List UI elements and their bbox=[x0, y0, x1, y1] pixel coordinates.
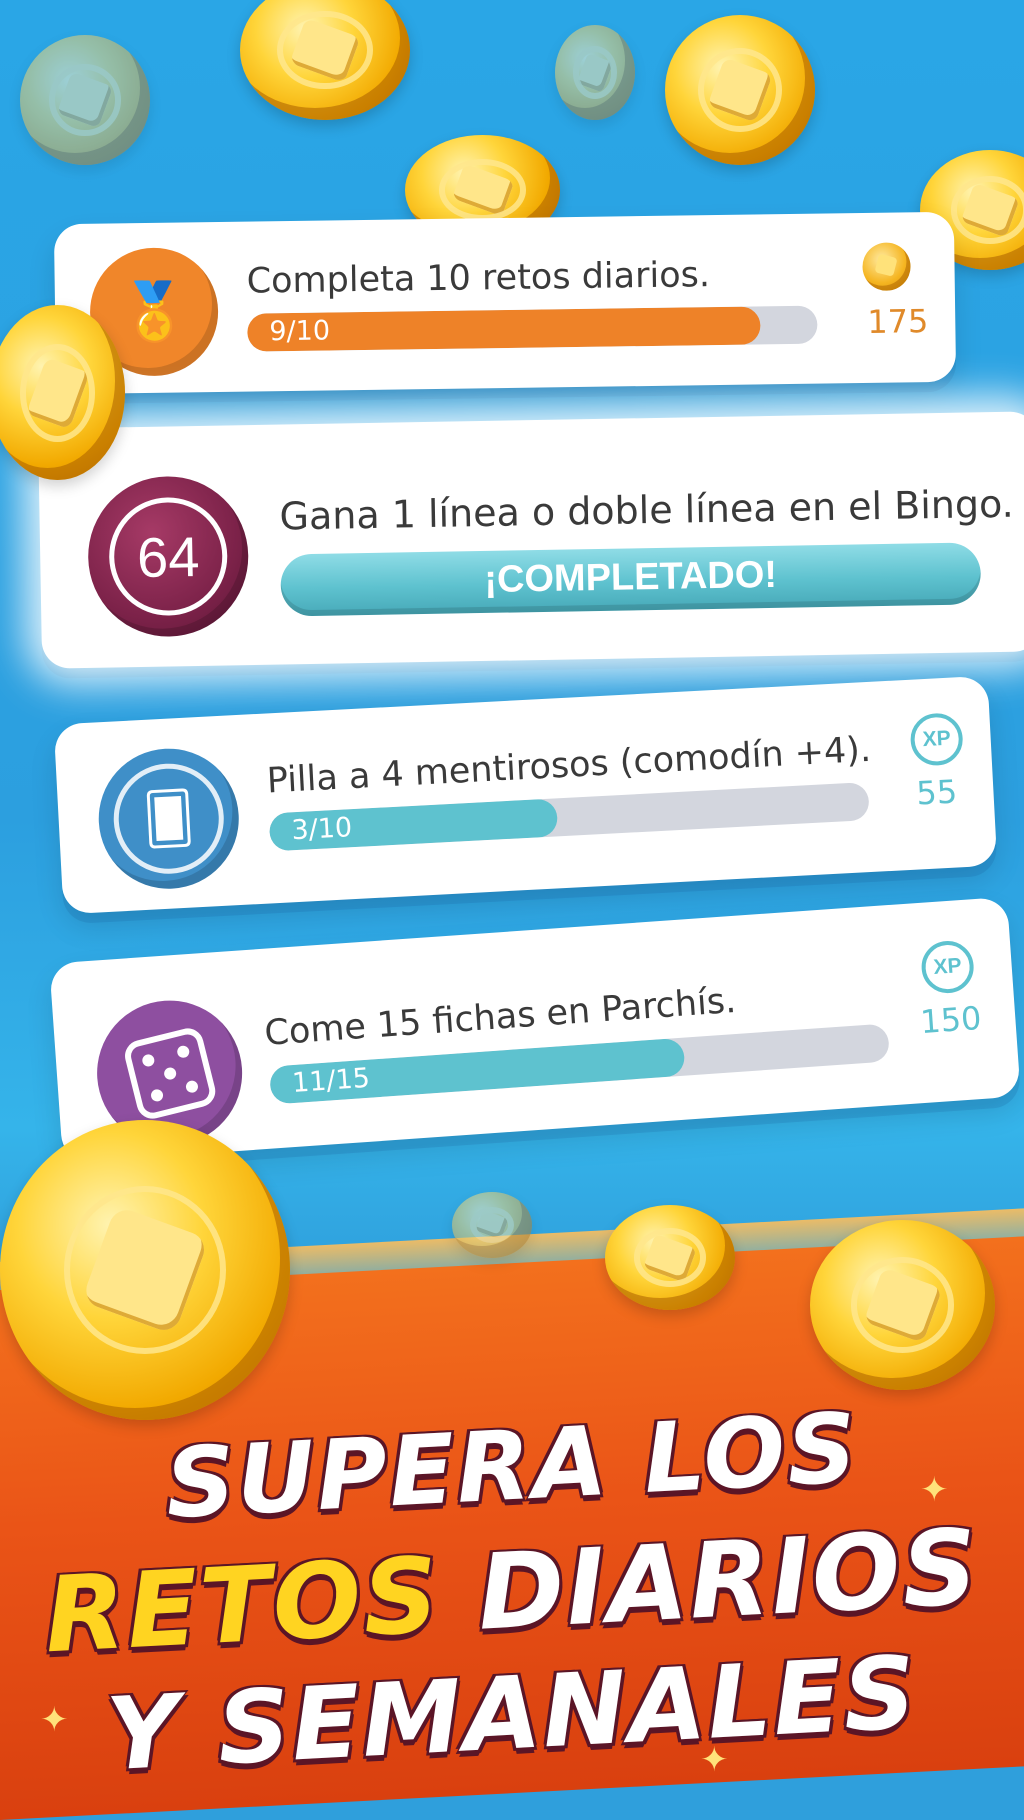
reward-value: 175 bbox=[867, 302, 929, 341]
coin-decoration bbox=[240, 0, 410, 120]
bingo-ball-number: 64 bbox=[136, 524, 200, 589]
sparkle-icon: ✦ bbox=[40, 1700, 69, 1740]
task-text: Completa 10 retos diarios. bbox=[246, 255, 711, 302]
xp-badge-icon: XP bbox=[919, 939, 976, 995]
progress-label: 9/10 bbox=[269, 315, 331, 348]
coin-decoration bbox=[665, 15, 815, 165]
task-card-bingo[interactable]: 64 Gana 1 línea o doble línea en el Bing… bbox=[37, 411, 1024, 669]
sparkle-icon: ✦ bbox=[920, 1470, 949, 1510]
progress-label: 11/15 bbox=[291, 1062, 371, 1100]
task-text: Gana 1 línea o doble línea en el Bingo. bbox=[279, 481, 1015, 539]
sparkle-icon: ✦ bbox=[700, 1740, 729, 1780]
task-card-liars[interactable]: 🂠 Pilla a 4 mentirosos (comodín +4). 3/1… bbox=[53, 675, 998, 915]
task-card-daily[interactable]: 🏅 Completa 10 retos diarios. 9/10 175 bbox=[53, 211, 957, 395]
promo-stage: 🏅 Completa 10 retos diarios. 9/10 175 64… bbox=[0, 0, 1024, 1820]
coin-decoration bbox=[810, 1220, 995, 1390]
swap-cards-badge: 🂠 bbox=[95, 745, 243, 893]
big-coin-decoration bbox=[0, 1120, 290, 1420]
headline-highlight: RETOS bbox=[41, 1533, 444, 1677]
completed-label: ¡COMPLETADO! bbox=[483, 553, 778, 601]
medal-icon: 🏅 bbox=[118, 279, 190, 346]
task-card-parchis[interactable]: Come 15 fichas en Parchís. 11/15 XP 150 bbox=[49, 896, 1021, 1164]
coin-decoration bbox=[555, 25, 635, 120]
completed-bar: ¡COMPLETADO! bbox=[280, 542, 982, 617]
progress-track: 9/10 bbox=[247, 305, 818, 352]
swap-cards-icon: 🂠 bbox=[141, 788, 196, 850]
coin-decoration bbox=[452, 1192, 532, 1258]
dice-icon bbox=[121, 1024, 219, 1122]
reward-value: 55 bbox=[915, 772, 959, 813]
coin-decoration bbox=[605, 1205, 735, 1310]
coin-reward-icon bbox=[862, 242, 911, 292]
progress-label: 3/10 bbox=[290, 812, 353, 847]
bingo-ball-badge: 64 bbox=[86, 475, 250, 638]
coin-decoration bbox=[20, 35, 150, 165]
reward-value: 150 bbox=[919, 998, 983, 1042]
xp-badge-icon: XP bbox=[909, 712, 964, 767]
